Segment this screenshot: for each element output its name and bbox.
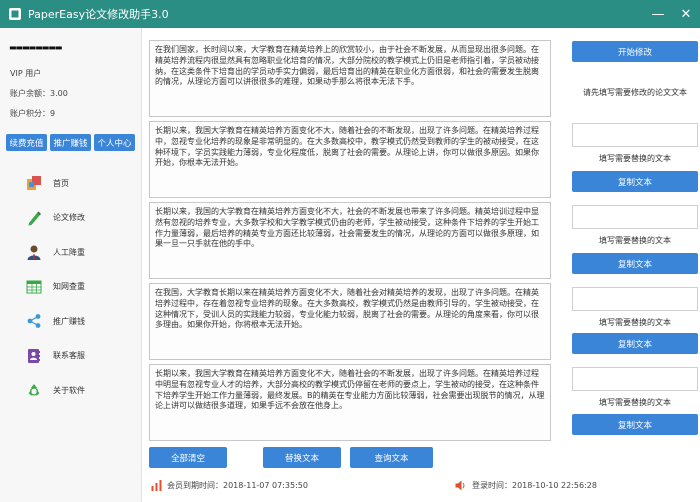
- nav-item-manual-rewrite[interactable]: 人工降重: [0, 235, 142, 270]
- personal-center-button[interactable]: 个人中心: [94, 134, 135, 151]
- replace-input-3[interactable]: [572, 287, 698, 311]
- member-expiry-text: 会员到期时间：2018-11-07 07:35:50: [167, 481, 308, 490]
- start-edit-button[interactable]: 开始修改: [572, 41, 698, 62]
- copy-button-3[interactable]: 复制文本: [572, 333, 698, 354]
- recycle-icon: [25, 381, 43, 399]
- contact-icon: [25, 347, 43, 365]
- nav-label-cnki-check: 知网查重: [53, 282, 85, 292]
- close-button[interactable]: ✕: [672, 0, 700, 28]
- nav-item-contact-service[interactable]: 联系客服: [0, 339, 142, 374]
- nav-label-edit-paper: 论文修改: [53, 213, 85, 223]
- pencil-icon: [25, 209, 43, 227]
- replace-label-3: 填写需要替换的文本: [599, 318, 671, 327]
- window-title: PaperEasy论文修改助手3.0: [28, 8, 169, 21]
- replace-input-2[interactable]: [572, 205, 698, 229]
- vip-status: VIP 用户: [10, 69, 42, 78]
- username: ▬▬▬▬▬▬▬▬: [9, 43, 62, 52]
- nav-item-about[interactable]: 关于软件: [0, 373, 142, 408]
- rewrite-result-3[interactable]: 在我国，大学教育长期以来在精英培养方面变化不大，随着社会对精英培养的发现，出现了…: [149, 283, 551, 360]
- home-icon: [25, 174, 43, 192]
- promote-button[interactable]: 推广赚钱: [50, 134, 91, 151]
- person-icon: [25, 243, 43, 261]
- replace-input-1[interactable]: [572, 123, 698, 147]
- nav-menu: 首页 论文修改 人工降重 知网查重 推广赚钱 联系客服 关于软件: [0, 166, 142, 408]
- nav-label-promote: 推广赚钱: [53, 316, 85, 326]
- replace-input-4[interactable]: [572, 367, 698, 391]
- recharge-button[interactable]: 续费充值: [6, 134, 47, 151]
- nav-item-cnki-check[interactable]: 知网查重: [0, 270, 142, 305]
- title-bar: PaperEasy论文修改助手3.0 — ✕: [0, 0, 700, 28]
- replace-text-button[interactable]: 替换文本: [263, 447, 341, 468]
- app-logo-icon: [9, 8, 21, 20]
- paper-text-input[interactable]: 在我们国家，长时间以来，大学教育在精英培养上的欣赏较小，由于社会不断发展，从而显…: [149, 40, 551, 117]
- main-panel: 在我们国家，长时间以来，大学教育在精英培养上的欣赏较小，由于社会不断发展，从而显…: [142, 28, 700, 502]
- nav-label-about: 关于软件: [53, 385, 85, 395]
- rewrite-result-2[interactable]: 长期以来，我国的大学教育在精英培养方面变化不大，社会的不断发展也带来了许多问题。…: [149, 202, 551, 279]
- copy-button-1[interactable]: 复制文本: [572, 171, 698, 192]
- copy-button-2[interactable]: 复制文本: [572, 253, 698, 274]
- minimize-button[interactable]: —: [644, 0, 672, 28]
- member-expiry-status: 会员到期时间：2018-11-07 07:35:50: [151, 480, 308, 491]
- clear-all-button[interactable]: 全部清空: [149, 447, 227, 468]
- nav-label-home: 首页: [53, 178, 69, 188]
- copy-button-4[interactable]: 复制文本: [572, 414, 698, 435]
- speaker-icon: [455, 480, 465, 491]
- replace-label-2: 填写需要替换的文本: [599, 236, 671, 245]
- bar-chart-icon: [151, 480, 162, 491]
- nav-item-home[interactable]: 首页: [0, 166, 142, 201]
- nav-item-edit-paper[interactable]: 论文修改: [0, 201, 142, 236]
- replace-label-4: 填写需要替换的文本: [599, 398, 671, 407]
- login-time-text: 登录时间：2018-10-10 22:56:28: [472, 481, 597, 490]
- table-icon: [25, 278, 43, 296]
- replace-label-1: 填写需要替换的文本: [599, 154, 671, 163]
- account-points: 账户积分：9: [10, 109, 56, 118]
- sidebar: ▬▬▬▬▬▬▬▬ VIP 用户 账户余额：3.00 账户积分：9 续费充值 推广…: [0, 28, 142, 502]
- nav-item-promote[interactable]: 推广赚钱: [0, 304, 142, 339]
- login-time-status: 登录时间：2018-10-10 22:56:28: [455, 480, 597, 491]
- query-text-button[interactable]: 查询文本: [350, 447, 433, 468]
- nav-label-contact-service: 联系客服: [53, 351, 85, 361]
- nav-label-manual-rewrite: 人工降重: [53, 247, 85, 257]
- account-balance: 账户余额：3.00: [10, 89, 68, 98]
- input-prompt-label: 请先填写需要修改的论文文本: [583, 88, 687, 97]
- share-icon: [25, 312, 43, 330]
- rewrite-result-4[interactable]: 长期以来，我国大学教育在精英培养方面变化不大，随着社会的不断发展，出现了许多问题…: [149, 364, 551, 441]
- rewrite-result-1[interactable]: 长期以来，我国大学教育在精英培养方面变化不大，随着社会的不断发现，出现了许多问题…: [149, 121, 551, 198]
